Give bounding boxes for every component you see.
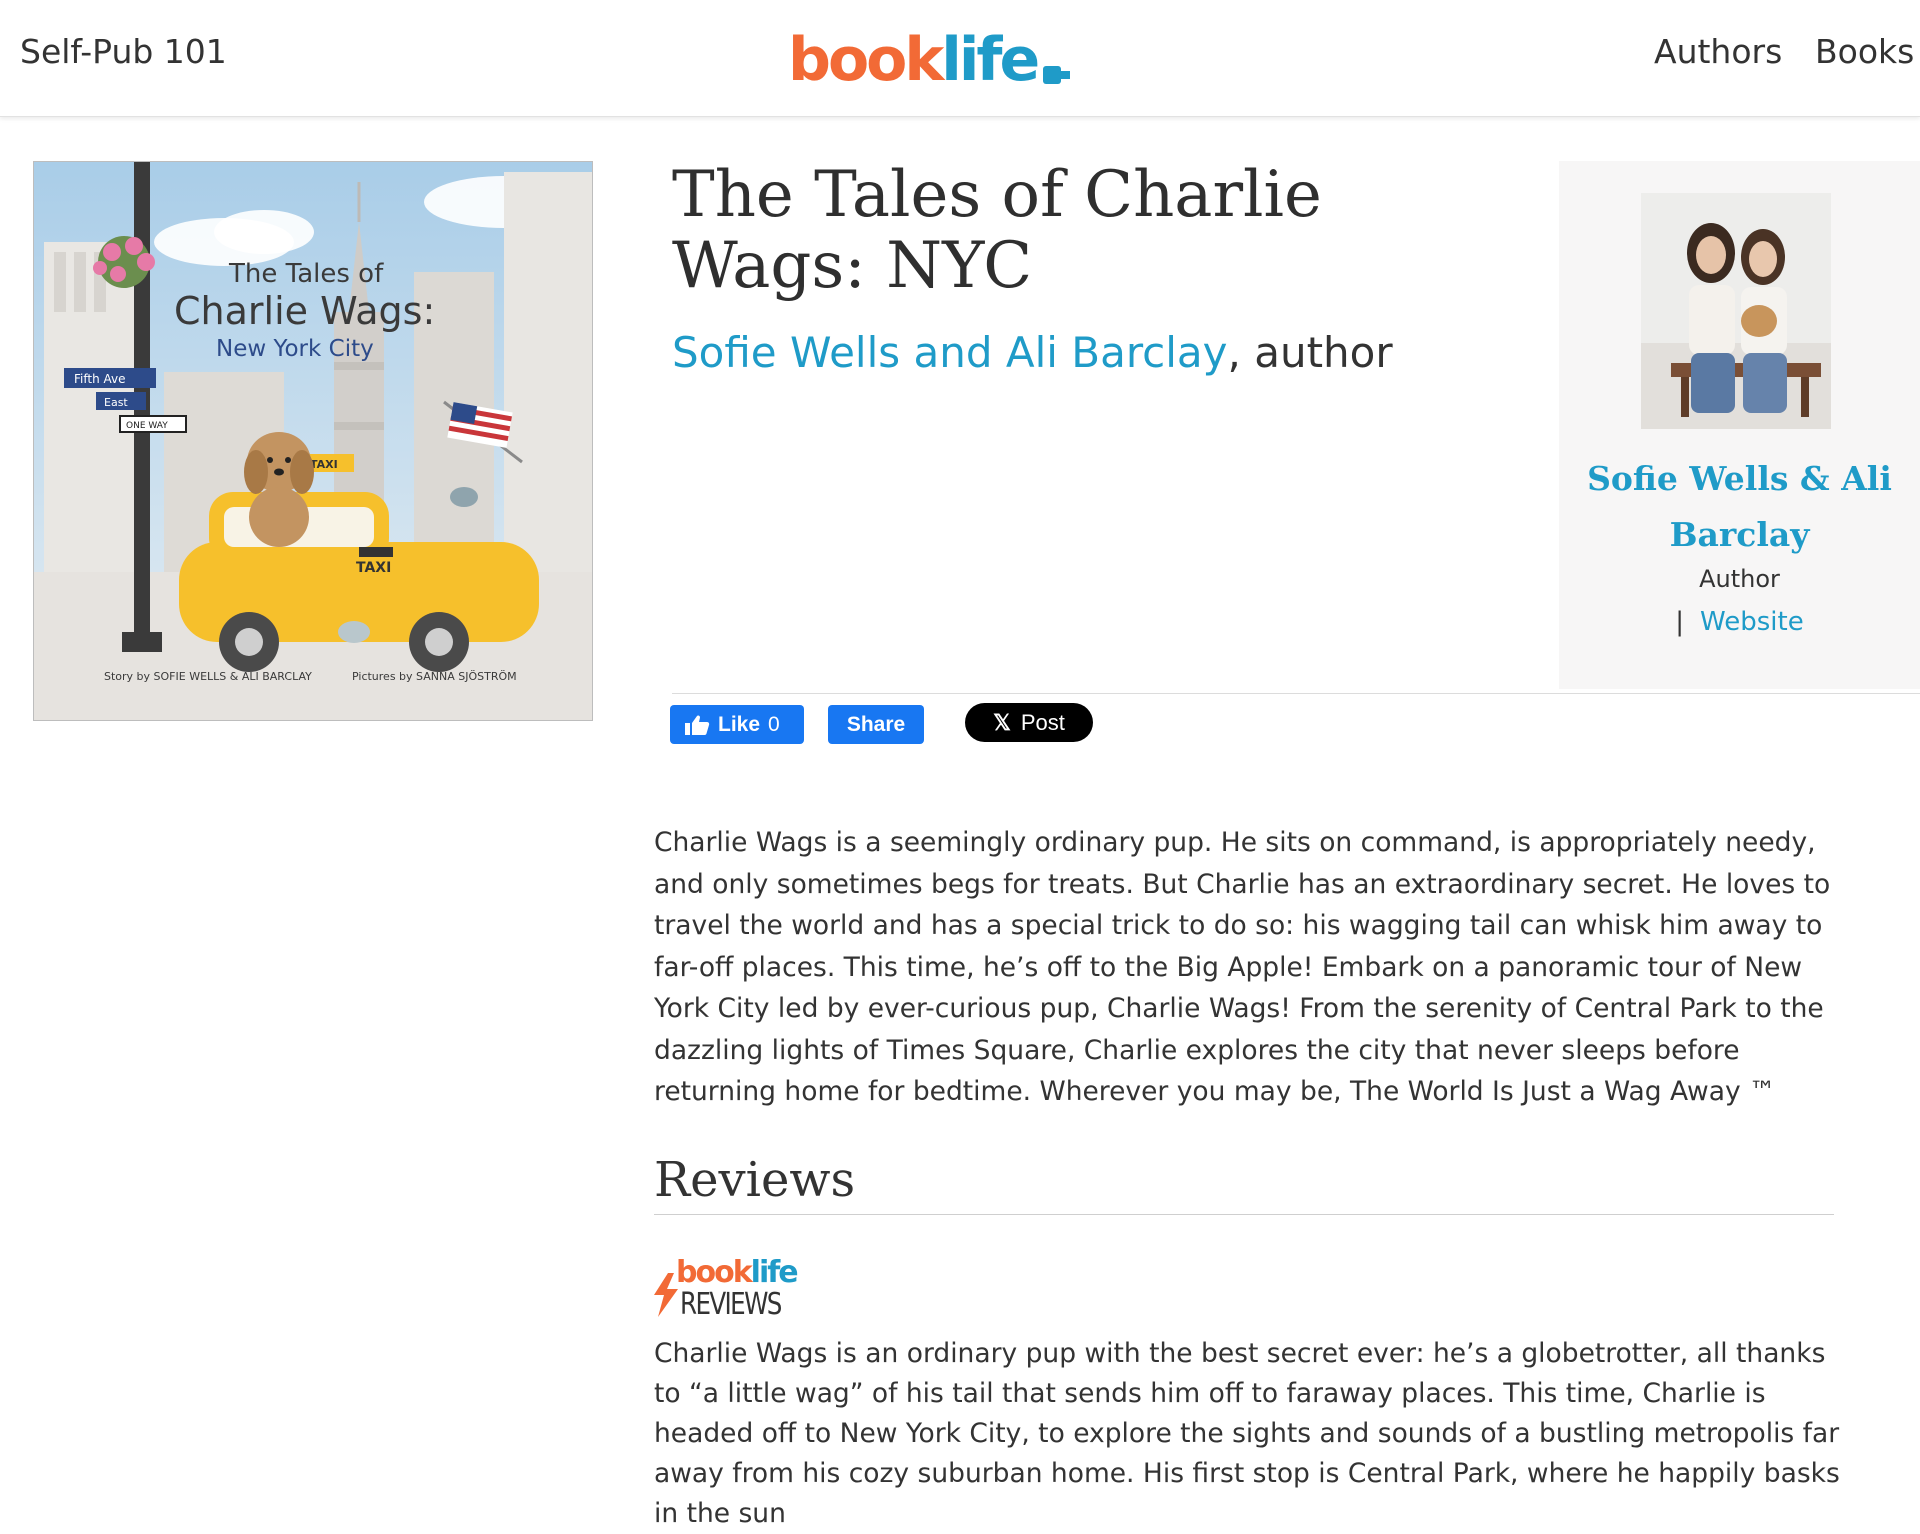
reviews-heading: Reviews <box>654 1152 1834 1215</box>
book-cover-image: Fifth Ave East ONE WAY TAXI TAXI The Tal… <box>33 161 593 721</box>
author-card: Sofie Wells & Ali Barclay Author | Websit… <box>1559 161 1920 689</box>
sign-fifth-ave: Fifth Ave <box>74 372 126 386</box>
cover-credits-story: Story by SOFIE WELLS & ALI BARCLAY <box>104 670 312 683</box>
cover-credits-pictures: Pictures by SANNA SJÖSTRÖM <box>352 670 517 683</box>
post-label: Post <box>1020 709 1065 735</box>
author-link[interactable]: Sofie Wells and Ali Barclay <box>672 328 1228 377</box>
section-divider <box>672 693 1920 694</box>
facebook-share-button[interactable]: Share <box>828 705 924 744</box>
cover-title-line1: The Tales of <box>228 259 384 289</box>
book-byline: Sofie Wells and Ali Barclay, author <box>672 328 1393 377</box>
top-navbar: Self-Pub 101 book life Authors Books <box>0 0 1920 117</box>
logo-text-life: life <box>941 25 1040 95</box>
booklife-logo[interactable]: book life <box>788 22 1071 95</box>
x-logo-icon: 𝕏 <box>993 709 1011 735</box>
link-separator: | <box>1675 607 1685 637</box>
author-card-links: | Website <box>1559 607 1920 637</box>
nav-authors[interactable]: Authors <box>1654 32 1782 71</box>
cover-title-line2: Charlie Wags: <box>174 289 435 333</box>
reviews-logo-book: booklife <box>676 1255 799 1290</box>
author-card-name[interactable]: Sofie Wells & Ali Barclay <box>1559 451 1920 563</box>
booklife-reviews-logo: booklife REVIEWS <box>654 1255 814 1322</box>
book-title: The Tales of Charlie Wags: NYC <box>672 158 1322 303</box>
author-photo[interactable] <box>1641 193 1831 429</box>
like-count: 0 <box>768 712 780 736</box>
book-description: Charlie Wags is a seemingly ordinary pup… <box>654 827 1831 1107</box>
review-text: Charlie Wags is an ordinary pup with the… <box>654 1338 1840 1529</box>
x-post-button[interactable]: 𝕏 Post <box>965 703 1093 742</box>
like-label: Like <box>718 712 761 736</box>
taxi-door-sign: TAXI <box>356 560 391 576</box>
logo-text-book: book <box>788 25 944 95</box>
taxi-roof-sign: TAXI <box>310 458 338 471</box>
sign-one-way: ONE WAY <box>126 421 168 431</box>
cover-title-line3: New York City <box>216 336 374 362</box>
sign-east: East <box>104 396 128 409</box>
author-card-role: Author <box>1699 565 1780 593</box>
plug-icon <box>1043 66 1071 84</box>
thumbs-up-icon <box>685 715 710 735</box>
facebook-like-button[interactable]: Like 0 <box>670 705 804 744</box>
reviews-logo-label: REVIEWS <box>680 1287 782 1322</box>
nav-self-pub-101[interactable]: Self-Pub 101 <box>20 32 227 71</box>
author-website-link[interactable]: Website <box>1700 607 1804 637</box>
lightning-bolt-icon <box>654 1273 678 1317</box>
byline-suffix: , author <box>1227 328 1393 377</box>
nav-books[interactable]: Books <box>1815 32 1914 71</box>
